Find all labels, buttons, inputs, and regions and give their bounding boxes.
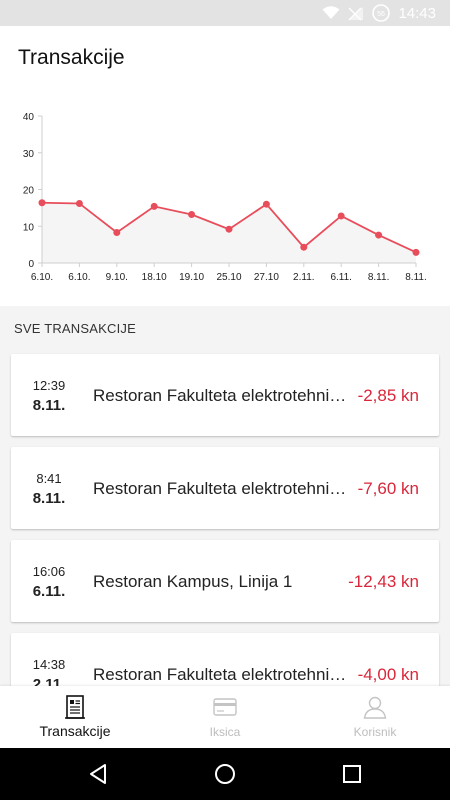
chart-area-fill <box>42 202 416 263</box>
wifi-icon <box>322 6 340 19</box>
transaction-date: 8.11. <box>32 397 66 414</box>
line-chart: 0 10 20 30 40 6.10. 6.10. 9.10. 18.10 19.10 25.10 2… <box>23 112 427 283</box>
x-tick-label: 8.11. <box>368 272 390 283</box>
y-tick-label: 0 <box>28 259 34 270</box>
x-tick-label: 2.11. <box>293 272 315 283</box>
y-tick-label: 40 <box>23 112 35 123</box>
data-point <box>75 199 83 207</box>
nav-item-transakcije[interactable]: Transakcije <box>0 686 150 748</box>
signal-icon <box>348 6 364 20</box>
user-icon <box>363 696 387 719</box>
transaction-time: 14:38 <box>32 657 66 672</box>
data-point <box>38 199 46 207</box>
system-navigation-bar <box>0 748 450 800</box>
transaction-date: 8.11. <box>32 490 66 507</box>
x-tick-label: 6.11. <box>330 272 352 283</box>
data-point <box>375 231 383 239</box>
x-tick-label: 6.10. <box>68 272 90 283</box>
y-tick-label: 30 <box>23 149 35 160</box>
transaction-place: Restoran Fakulteta elektrotehnike i raču… <box>93 665 353 684</box>
transaction-time: 8:41 <box>36 471 62 486</box>
bottom-navigation: Transakcije Iksica Korisnik <box>0 686 450 748</box>
data-point <box>262 200 270 208</box>
y-tick-label: 20 <box>23 186 35 197</box>
x-tick-label: 25.10 <box>216 272 241 283</box>
transaction-amount: -4,00 kn <box>357 665 419 684</box>
data-point <box>225 225 233 233</box>
data-point <box>113 228 121 236</box>
data-point <box>188 210 196 218</box>
svg-text:56: 56 <box>378 11 386 18</box>
status-time: 14:43 <box>398 4 436 22</box>
data-point <box>150 202 158 210</box>
nav-label: Transakcije <box>39 723 111 739</box>
y-tick-label: 10 <box>23 222 35 233</box>
x-tick-label: 19.10 <box>179 272 204 283</box>
transaction-date: 6.11. <box>32 583 66 600</box>
data-point <box>412 248 420 256</box>
x-tick-label: 6.10. <box>31 272 53 283</box>
data-point <box>337 212 345 220</box>
page-title: Transakcije <box>18 46 125 69</box>
transaction-card[interactable]: 8:41 8.11. Restoran Fakulteta elektroteh… <box>11 447 439 529</box>
transaction-card[interactable]: 16:06 6.11. Restoran Kampus, Linija 1 -1… <box>11 540 439 622</box>
x-tick-label: 27.10 <box>254 272 279 283</box>
transaction-amount: -12,43 kn <box>348 572 419 591</box>
app-header: Transakcije <box>0 26 450 94</box>
section-title: SVE TRANSAKCIJE <box>14 321 136 336</box>
nav-item-korisnik[interactable]: Korisnik <box>300 686 450 748</box>
transactions-chart: 0 10 20 30 40 6.10. 6.10. 9.10. 18.10 19.10 25.10 2… <box>0 94 450 306</box>
transaction-amount: -7,60 kn <box>357 479 419 498</box>
transaction-time: 12:39 <box>32 378 66 393</box>
transaction-place: Restoran Kampus, Linija 1 <box>93 572 293 591</box>
recents-icon[interactable] <box>340 762 364 786</box>
receipt-icon <box>65 695 85 719</box>
card-icon <box>213 698 237 716</box>
transaction-place: Restoran Fakulteta elektrotehnike i raču… <box>93 386 353 405</box>
transaction-time: 16:06 <box>32 564 66 579</box>
data-point <box>300 243 308 251</box>
x-tick-label: 18.10 <box>142 272 167 283</box>
x-tick-label: 8.11. <box>405 272 427 283</box>
battery-icon: 56 <box>372 4 391 22</box>
status-bar: 56 14:43 <box>0 0 450 26</box>
transaction-amount: -2,85 kn <box>357 386 419 405</box>
nav-item-iksica[interactable]: Iksica <box>150 686 300 748</box>
transaction-place: Restoran Fakulteta elektrotehnike i raču… <box>93 479 353 498</box>
transaction-card[interactable]: 12:39 8.11. Restoran Fakulteta elektrote… <box>11 354 439 436</box>
x-tick-label: 9.10. <box>106 272 128 283</box>
nav-label: Iksica <box>209 725 241 739</box>
home-icon[interactable] <box>213 762 237 786</box>
back-icon[interactable] <box>86 762 110 786</box>
nav-label: Korisnik <box>353 725 397 739</box>
